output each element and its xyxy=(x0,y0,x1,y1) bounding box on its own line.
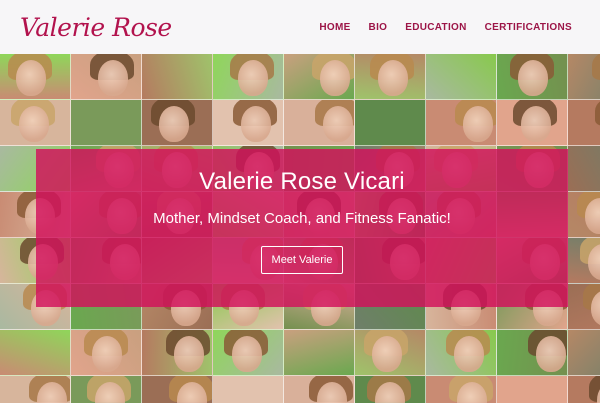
mosaic-photo-tile xyxy=(497,100,568,146)
nav-education[interactable]: EDUCATION xyxy=(405,22,466,33)
mosaic-photo-tile xyxy=(568,284,600,330)
mosaic-photo-tile xyxy=(426,100,497,146)
nav-bio[interactable]: BIO xyxy=(369,22,388,33)
mosaic-photo-tile xyxy=(355,330,426,376)
mosaic-photo-tile xyxy=(426,376,497,403)
mosaic-photo-tile xyxy=(568,54,600,100)
nav-home[interactable]: HOME xyxy=(319,22,350,33)
mosaic-photo-tile xyxy=(284,100,355,146)
mosaic-photo-tile xyxy=(142,54,213,100)
mosaic-photo-tile xyxy=(355,100,426,146)
mosaic-photo-tile xyxy=(568,376,600,403)
mosaic-photo-tile xyxy=(284,330,355,376)
hero-banner: Valerie Rose Vicari Mother, Mindset Coac… xyxy=(36,149,568,307)
hero-subtitle: Mother, Mindset Coach, and Fitness Fanat… xyxy=(153,210,451,227)
site-header: Valerie Rose HOME BIO EDUCATION CERTIFIC… xyxy=(0,0,600,54)
mosaic-photo-tile xyxy=(0,54,71,100)
mosaic-photo-tile xyxy=(497,330,568,376)
mosaic-photo-tile xyxy=(142,100,213,146)
mosaic-photo-tile xyxy=(0,330,71,376)
mosaic-photo-tile xyxy=(213,330,284,376)
mosaic-photo-tile xyxy=(497,54,568,100)
main-nav: HOME BIO EDUCATION CERTIFICATIONS xyxy=(319,22,572,33)
mosaic-photo-tile xyxy=(71,100,142,146)
mosaic-photo-tile xyxy=(355,376,426,403)
mosaic-photo-tile xyxy=(568,192,600,238)
mosaic-photo-tile xyxy=(284,376,355,403)
hero-title: Valerie Rose Vicari xyxy=(199,168,405,195)
mosaic-photo-tile xyxy=(568,238,600,284)
mosaic-photo-tile xyxy=(568,100,600,146)
mosaic-photo-tile xyxy=(142,376,213,403)
meet-valerie-button[interactable]: Meet Valerie xyxy=(260,246,344,274)
mosaic-photo-tile xyxy=(568,330,600,376)
mosaic-photo-tile xyxy=(497,376,568,403)
mosaic-photo-tile xyxy=(426,54,497,100)
mosaic-photo-tile xyxy=(213,376,284,403)
mosaic-photo-tile xyxy=(213,54,284,100)
mosaic-photo-tile xyxy=(142,330,213,376)
mosaic-photo-tile xyxy=(71,376,142,403)
mosaic-photo-tile xyxy=(284,54,355,100)
site-logo[interactable]: Valerie Rose xyxy=(20,15,172,40)
nav-certifications[interactable]: CERTIFICATIONS xyxy=(485,22,572,33)
mosaic-photo-tile xyxy=(0,100,71,146)
mosaic-photo-tile xyxy=(0,376,71,403)
mosaic-photo-tile xyxy=(426,330,497,376)
mosaic-photo-tile xyxy=(71,330,142,376)
mosaic-photo-tile xyxy=(71,54,142,100)
page: Valerie Rose HOME BIO EDUCATION CERTIFIC… xyxy=(0,0,600,403)
mosaic-photo-tile xyxy=(213,100,284,146)
mosaic-photo-tile xyxy=(355,54,426,100)
mosaic-photo-tile xyxy=(568,146,600,192)
